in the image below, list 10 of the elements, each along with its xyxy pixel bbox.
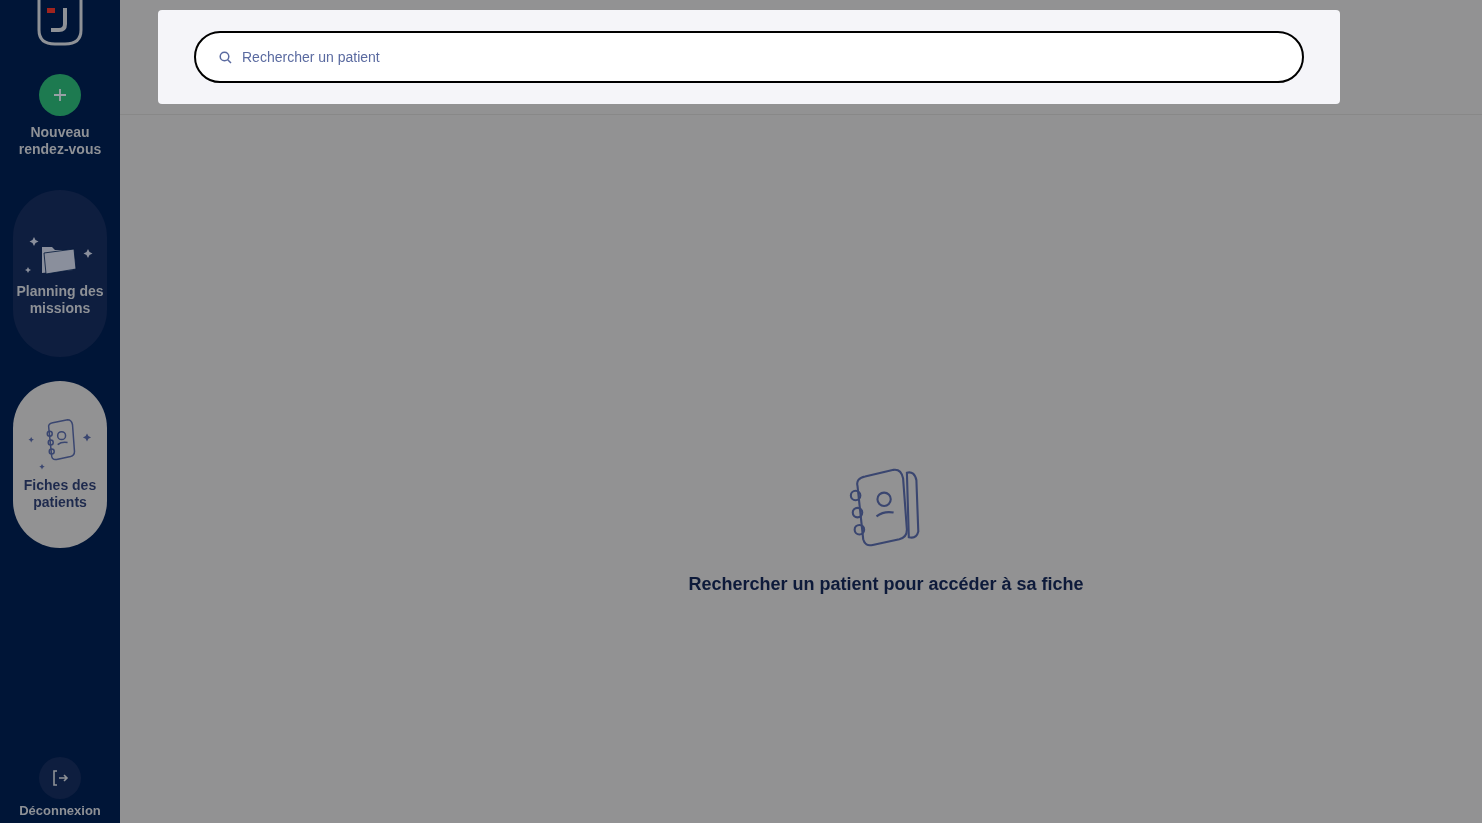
logo-icon: [35, 0, 85, 46]
search-field[interactable]: Rechercher un patient: [194, 31, 1304, 83]
logout-icon[interactable]: [39, 757, 81, 799]
nav-item[interactable]: Fiches des patients: [13, 381, 107, 548]
plus-icon: [39, 74, 81, 116]
nav-item[interactable]: Planning des missions: [13, 190, 107, 357]
empty-state-message: Rechercher un patient pour accéder à sa fiche: [688, 572, 1084, 596]
logout-label: Déconnexion: [19, 803, 101, 819]
search-icon: [219, 51, 232, 64]
new-appointment-button[interactable]: Nouveau rendez-vous: [17, 66, 103, 166]
